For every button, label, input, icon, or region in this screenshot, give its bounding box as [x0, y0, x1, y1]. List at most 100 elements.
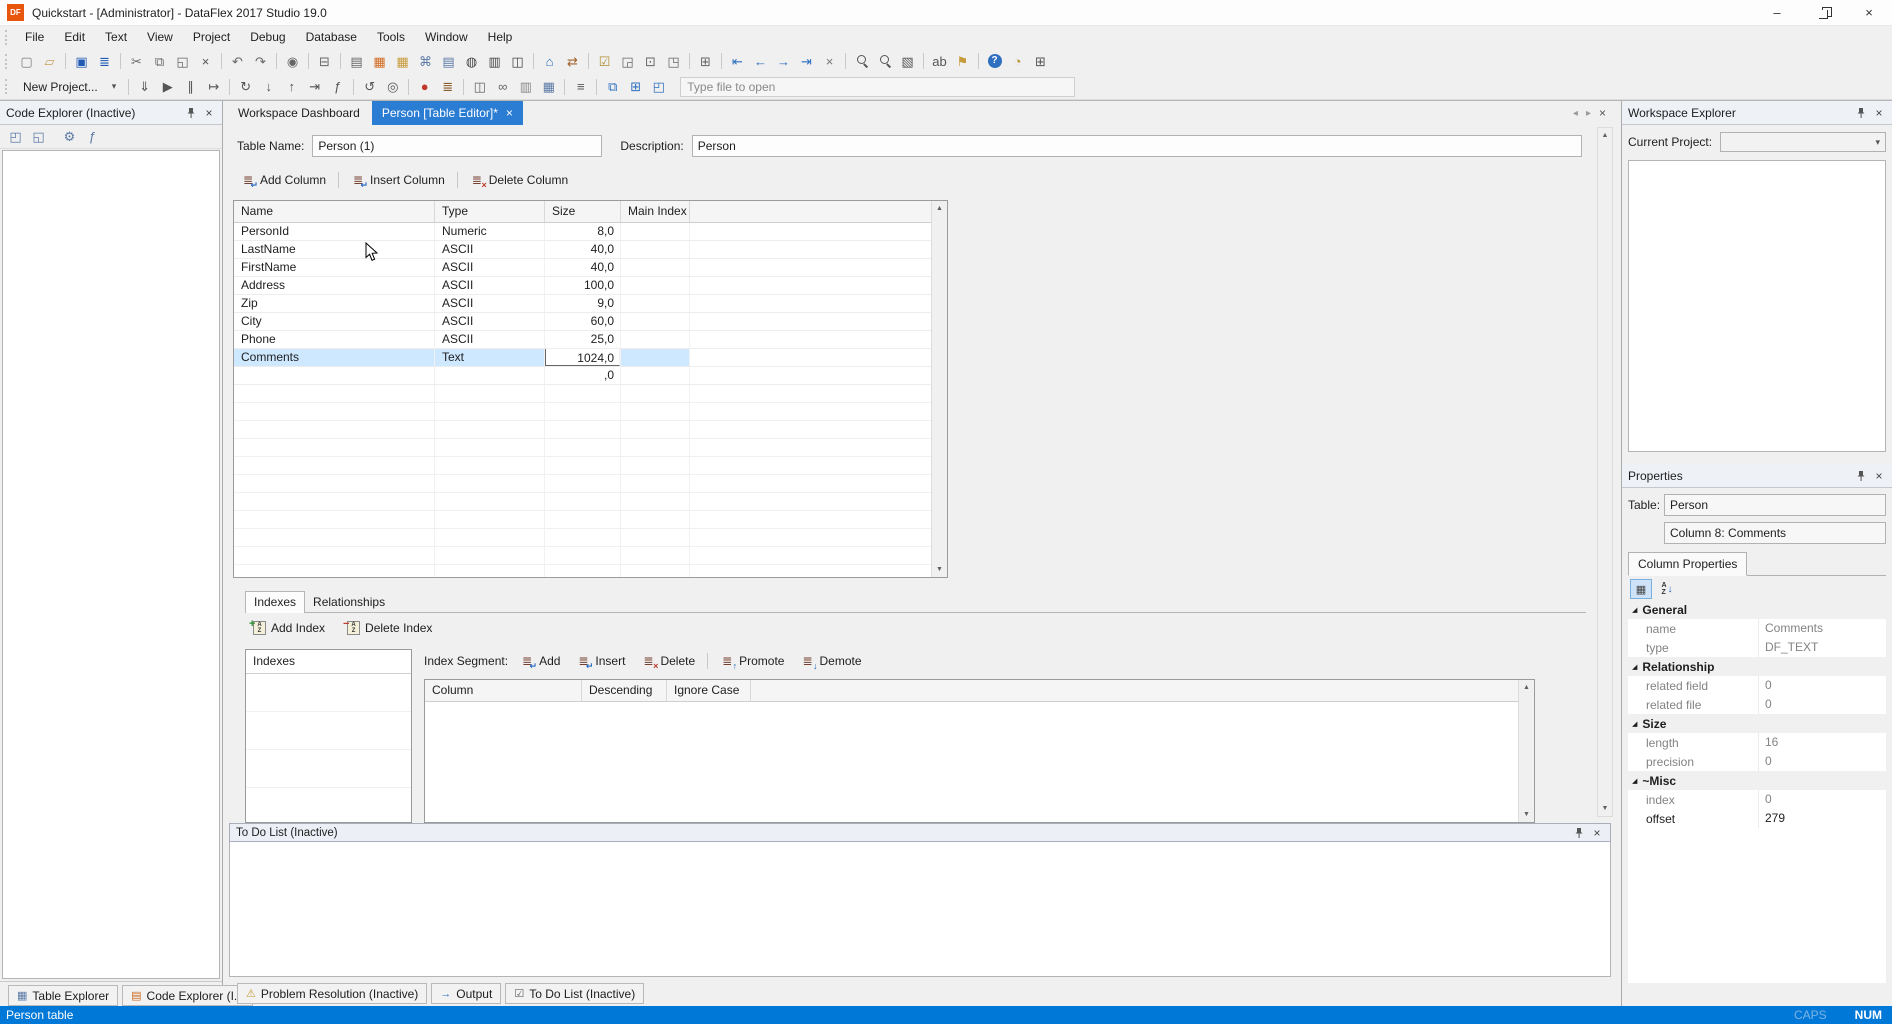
table-row-selected[interactable]: Comments Text 1024,0 [234, 349, 947, 367]
current-project-dropdown[interactable]: ▾ [1720, 132, 1886, 152]
compile-icon[interactable]: ⇓ [134, 77, 155, 97]
settings-globe-icon[interactable]: ⚙ [59, 127, 80, 147]
grid-scrollbar[interactable]: ▲ ▼ [931, 201, 947, 577]
header-column[interactable]: Column [425, 680, 582, 701]
undo-icon[interactable]: ↶ [227, 51, 248, 71]
header-ignore-case[interactable]: Ignore Case [667, 680, 751, 701]
table-row[interactable]: LastNameASCII40,0 [234, 241, 947, 259]
table-row[interactable]: PersonIdNumeric8,0 [234, 223, 947, 241]
editor-scrollbar[interactable]: ▲ ▼ [1597, 127, 1613, 817]
close-icon[interactable]: × [1870, 105, 1888, 121]
copy-lines-icon[interactable]: ▤ [346, 51, 367, 71]
replace-icon[interactable]: ab [929, 51, 950, 71]
close-icon[interactable]: × [200, 105, 218, 121]
insert-column-button[interactable]: ≣↵ Insert Column [343, 168, 453, 192]
db-tables-icon[interactable]: ≣ [437, 77, 458, 97]
line-numbers-icon[interactable]: ≡ [570, 77, 591, 97]
scroll-up-icon[interactable]: ▲ [1523, 680, 1530, 695]
close-icon[interactable]: × [1870, 468, 1888, 484]
categorized-view-button[interactable]: ▦ [1630, 579, 1652, 599]
restart-icon[interactable]: ↺ [359, 77, 380, 97]
preview-icon[interactable]: ◫ [469, 77, 490, 97]
nav-last-icon[interactable]: ⇥ [796, 51, 817, 71]
new-workspace-icon[interactable]: ▢ [16, 51, 37, 71]
locate-in-code-icon[interactable]: ◰ [5, 127, 26, 147]
header-main-index[interactable]: Main Index [621, 201, 690, 222]
tab-person-table-editor[interactable]: Person [Table Editor]* × [372, 101, 523, 125]
menu-text[interactable]: Text [95, 26, 137, 48]
db-connection-icon[interactable]: ● [414, 77, 435, 97]
size-edit-cell[interactable]: 1024,0 [545, 349, 620, 366]
table-row[interactable]: FirstNameASCII40,0 [234, 259, 947, 277]
property-row[interactable]: related field0 [1628, 676, 1886, 695]
table-name-input[interactable] [312, 135, 602, 157]
table-editor-icon[interactable]: ▦ [392, 51, 413, 71]
header-type[interactable]: Type [435, 201, 545, 222]
delete-column-button[interactable]: ≣× Delete Column [462, 168, 576, 192]
list-item[interactable] [246, 750, 411, 788]
close-button[interactable]: × [1846, 0, 1892, 25]
help-icon[interactable]: ? [984, 51, 1005, 71]
panel-splitter[interactable] [1622, 456, 1892, 464]
add-index-button[interactable]: + Add Index [245, 616, 333, 640]
menu-database[interactable]: Database [296, 26, 367, 48]
find-next-icon[interactable] [874, 51, 895, 71]
delete-icon[interactable]: × [195, 51, 216, 71]
header-descending[interactable]: Descending [582, 680, 667, 701]
menu-file[interactable]: File [15, 26, 54, 48]
property-row-selected[interactable]: offset279 [1628, 809, 1886, 828]
save-icon[interactable]: ▣ [71, 51, 92, 71]
table-row[interactable]: ZipASCII9,0 [234, 295, 947, 313]
save-all-icon[interactable]: ≣ [94, 51, 115, 71]
tab-scroll-left-icon[interactable]: ◂ [1573, 108, 1578, 119]
find-in-files-icon[interactable]: ▧ [897, 51, 918, 71]
refresh-icon[interactable]: ↻ [235, 77, 256, 97]
scroll-down-icon[interactable]: ▼ [1523, 807, 1530, 822]
table-row[interactable]: CityASCII60,0 [234, 313, 947, 331]
menu-edit[interactable]: Edit [54, 26, 95, 48]
table-row-new[interactable]: ,0 [234, 367, 947, 385]
open-icon[interactable]: ▱ [39, 51, 60, 71]
tab-close-icon[interactable]: × [506, 106, 513, 120]
header-size[interactable]: Size [545, 201, 621, 222]
tab-column-properties[interactable]: Column Properties [1628, 552, 1747, 576]
menu-help[interactable]: Help [478, 26, 523, 48]
tab-problem-resolution[interactable]: ⚠Problem Resolution (Inactive) [237, 983, 427, 1004]
dashboard-icon[interactable]: ▦ [369, 51, 390, 71]
tab-output[interactable]: →Output [431, 983, 501, 1004]
fx-globe-icon[interactable]: ƒ [82, 127, 103, 147]
type-file-to-open-input[interactable] [680, 77, 1075, 97]
run-icon[interactable]: ▶ [157, 77, 178, 97]
stop-icon[interactable]: ◎ [382, 77, 403, 97]
locate-from-code-icon[interactable]: ◱ [28, 127, 49, 147]
fx-icon[interactable]: ƒ [327, 77, 348, 97]
record-macro-icon[interactable]: ◉ [282, 51, 303, 71]
description-input[interactable] [692, 135, 1582, 157]
menu-view[interactable]: View [137, 26, 183, 48]
find-icon[interactable] [851, 51, 872, 71]
about-icon[interactable]: ◔ [1007, 51, 1028, 71]
step-next-icon[interactable]: ↦ [203, 77, 224, 97]
cut-icon[interactable]: ✂ [126, 51, 147, 71]
nav-first-icon[interactable]: ⇤ [727, 51, 748, 71]
scroll-up-icon[interactable]: ▲ [1602, 128, 1609, 143]
list-item[interactable] [246, 674, 411, 712]
print-icon[interactable]: ⊟ [314, 51, 335, 71]
export-icon[interactable]: ⊡ [640, 51, 661, 71]
bookmark-icon[interactable]: ⚑ [952, 51, 973, 71]
page-icon[interactable]: ◳ [663, 51, 684, 71]
tab-workspace-dashboard[interactable]: Workspace Dashboard [226, 101, 372, 125]
nav-forward-icon[interactable]: → [773, 51, 794, 71]
import-home-icon[interactable]: ⌂ [539, 51, 560, 71]
tab-indexes[interactable]: Indexes [245, 591, 305, 613]
scroll-up-icon[interactable]: ▲ [936, 201, 943, 216]
tab-todo-list[interactable]: ☑To Do List (Inactive) [505, 983, 644, 1004]
property-row[interactable]: related file0 [1628, 695, 1886, 714]
add-column-button[interactable]: ≣↵ Add Column [233, 168, 334, 192]
expander-icon[interactable]: ◢ [1632, 720, 1637, 728]
scroll-down-icon[interactable]: ▼ [936, 562, 943, 577]
menu-project[interactable]: Project [183, 26, 240, 48]
minimize-button[interactable]: – [1754, 0, 1800, 25]
organize-icon[interactable]: ◰ [648, 77, 669, 97]
property-row[interactable]: precision0 [1628, 752, 1886, 771]
